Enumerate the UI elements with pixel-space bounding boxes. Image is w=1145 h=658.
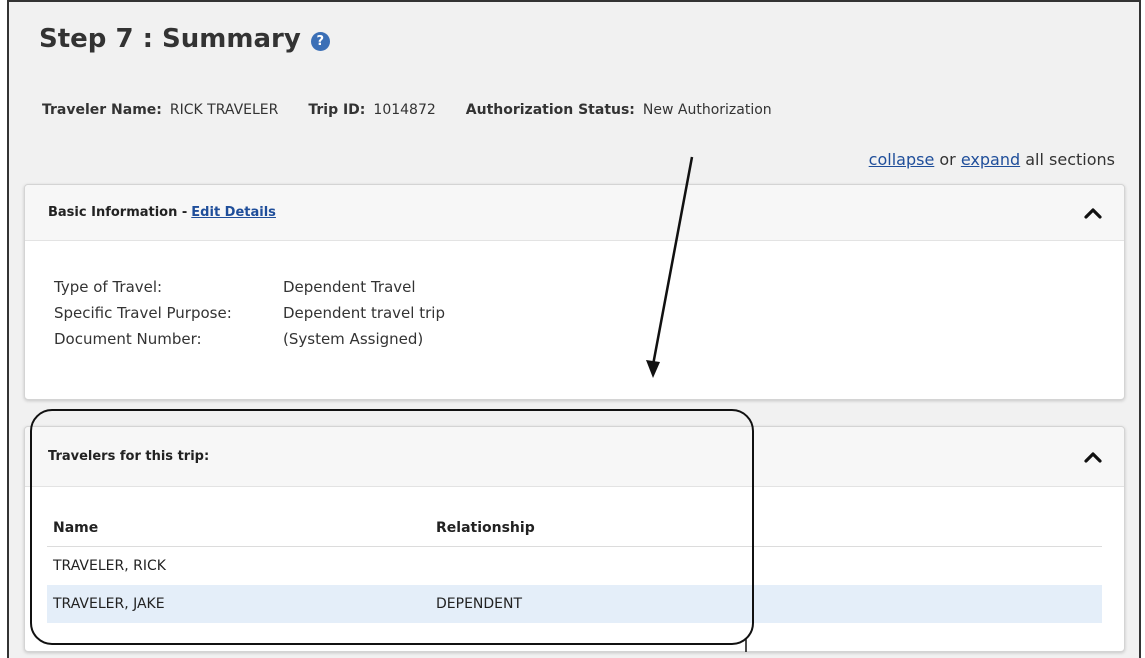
trip-id-label: Trip ID: bbox=[308, 102, 366, 118]
traveler-name-cell: TRAVELER, RICK bbox=[53, 558, 166, 574]
traveler-relationship-cell: DEPENDENT bbox=[436, 596, 523, 612]
page-frame: Step 7 : Summary ? Traveler Name: RICK T… bbox=[7, 0, 1141, 658]
trip-meta: Traveler Name: RICK TRAVELER Trip ID: 10… bbox=[42, 102, 794, 118]
basic-info-header[interactable]: Basic Information - Edit Details bbox=[25, 185, 1124, 241]
collapse-all-link[interactable]: collapse bbox=[869, 150, 935, 169]
info-label: Specific Travel Purpose: bbox=[54, 304, 232, 322]
info-value: (System Assigned) bbox=[283, 330, 424, 348]
toggle-suffix-text: all sections bbox=[1025, 150, 1115, 169]
basic-info-panel: Basic Information - Edit Details Type of… bbox=[24, 184, 1125, 400]
edit-details-link[interactable]: Edit Details bbox=[191, 205, 276, 220]
travelers-heading: Travelers for this trip: bbox=[48, 449, 210, 464]
expand-all-link[interactable]: expand bbox=[961, 150, 1020, 169]
travelers-header[interactable]: Travelers for this trip: bbox=[25, 427, 1124, 487]
travelers-panel: Travelers for this trip: Name Relationsh… bbox=[24, 426, 1125, 652]
toggle-all-sections: collapse or expand all sections bbox=[869, 150, 1115, 169]
auth-status-value: New Authorization bbox=[642, 102, 772, 118]
page-title-text: Step 7 : Summary bbox=[39, 24, 301, 54]
question-circle-icon[interactable]: ? bbox=[310, 31, 330, 51]
basic-info-body: Type of Travel: Dependent Travel Specifi… bbox=[25, 241, 1124, 352]
info-value: Dependent travel trip bbox=[283, 304, 445, 322]
table-row[interactable]: TRAVELER, JAKE DEPENDENT bbox=[47, 585, 1102, 623]
info-row: Specific Travel Purpose: Dependent trave… bbox=[54, 300, 1124, 326]
info-label: Document Number: bbox=[54, 330, 202, 348]
table-row[interactable]: TRAVELER, RICK bbox=[47, 547, 1102, 585]
chevron-up-icon[interactable] bbox=[1084, 450, 1102, 464]
auth-status-label: Authorization Status: bbox=[465, 102, 635, 118]
chevron-up-icon[interactable] bbox=[1084, 206, 1102, 220]
info-value: Dependent Travel bbox=[283, 278, 416, 296]
column-header-name: Name bbox=[53, 519, 99, 536]
trip-id-value: 1014872 bbox=[373, 102, 436, 118]
travelers-table: Name Relationship TRAVELER, RICK TRAVELE… bbox=[47, 509, 1102, 623]
page-title: Step 7 : Summary ? bbox=[39, 24, 330, 54]
basic-info-heading: Basic Information - bbox=[48, 205, 188, 220]
info-row: Type of Travel: Dependent Travel bbox=[54, 274, 1124, 300]
traveler-name-cell: TRAVELER, JAKE bbox=[53, 596, 165, 612]
table-header-row: Name Relationship bbox=[47, 509, 1102, 547]
column-header-relationship: Relationship bbox=[436, 519, 535, 536]
toggle-or-text: or bbox=[939, 150, 956, 169]
info-row: Document Number: (System Assigned) bbox=[54, 326, 1124, 352]
traveler-name-label: Traveler Name: bbox=[42, 102, 162, 118]
info-label: Type of Travel: bbox=[54, 278, 163, 296]
traveler-name-value: RICK TRAVELER bbox=[169, 102, 279, 118]
